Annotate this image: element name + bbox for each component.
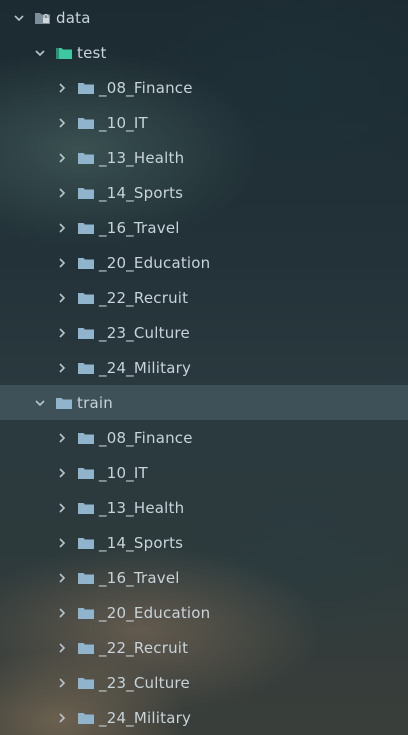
folder-icon bbox=[77, 325, 95, 341]
tree-item-label: _22_Recruit bbox=[99, 288, 189, 307]
chevron-right-icon[interactable] bbox=[55, 151, 69, 165]
chevron-down-icon[interactable] bbox=[33, 46, 47, 60]
folder-icon bbox=[55, 395, 73, 411]
tree-item-folder[interactable]: _24_Military bbox=[0, 350, 408, 385]
tree-item-label: _10_IT bbox=[99, 113, 148, 132]
tree-item-label: _08_Finance bbox=[99, 428, 193, 447]
folder-icon bbox=[77, 290, 95, 306]
folder-icon bbox=[77, 500, 95, 516]
tree-item-label: test bbox=[77, 43, 107, 62]
chevron-right-icon[interactable] bbox=[55, 291, 69, 305]
chevron-right-icon[interactable] bbox=[55, 676, 69, 690]
tree-item-folder[interactable]: _20_Education bbox=[0, 595, 408, 630]
tree-item-data[interactable]: data bbox=[0, 0, 408, 35]
tree-item-train[interactable]: train bbox=[0, 385, 408, 420]
tree-item-folder[interactable]: _14_Sports bbox=[0, 525, 408, 560]
tree-item-label: _13_Health bbox=[99, 148, 185, 167]
chevron-right-icon[interactable] bbox=[55, 221, 69, 235]
folder-icon bbox=[77, 535, 95, 551]
chevron-right-icon[interactable] bbox=[55, 431, 69, 445]
folder-icon bbox=[77, 255, 95, 271]
chevron-right-icon[interactable] bbox=[55, 466, 69, 480]
chevron-right-icon[interactable] bbox=[55, 361, 69, 375]
tree-item-folder[interactable]: _22_Recruit bbox=[0, 280, 408, 315]
tree-item-label: _24_Military bbox=[99, 708, 192, 727]
tree-item-folder[interactable]: _23_Culture bbox=[0, 315, 408, 350]
tree-item-label: _20_Education bbox=[99, 253, 211, 272]
folder-icon bbox=[77, 570, 95, 586]
folder-icon bbox=[77, 220, 95, 236]
tree-item-folder[interactable]: _16_Travel bbox=[0, 210, 408, 245]
tree-item-label: _14_Sports bbox=[99, 183, 184, 202]
folder-icon bbox=[77, 150, 95, 166]
tree-item-folder[interactable]: _16_Travel bbox=[0, 560, 408, 595]
folder-icon bbox=[77, 185, 95, 201]
tree-item-folder[interactable]: _08_Finance bbox=[0, 70, 408, 105]
tree-item-label: _10_IT bbox=[99, 463, 148, 482]
folder-icon bbox=[77, 360, 95, 376]
chevron-right-icon[interactable] bbox=[55, 186, 69, 200]
chevron-right-icon[interactable] bbox=[55, 571, 69, 585]
tree-item-label: _16_Travel bbox=[99, 568, 180, 587]
folder-icon bbox=[77, 430, 95, 446]
chevron-down-icon[interactable] bbox=[33, 396, 47, 410]
tree-item-label: _22_Recruit bbox=[99, 638, 189, 657]
chevron-right-icon[interactable] bbox=[55, 711, 69, 725]
chevron-right-icon[interactable] bbox=[55, 326, 69, 340]
project-tree: data test _08_Finance _10_IT _13_Health _14_… bbox=[0, 0, 408, 735]
chevron-right-icon[interactable] bbox=[55, 536, 69, 550]
chevron-right-icon[interactable] bbox=[55, 81, 69, 95]
test-folder-icon bbox=[55, 45, 73, 61]
folder-icon bbox=[77, 465, 95, 481]
tree-item-label: _24_Military bbox=[99, 358, 192, 377]
locked-folder-icon bbox=[34, 10, 52, 26]
tree-item-label: _23_Culture bbox=[99, 673, 190, 692]
chevron-right-icon[interactable] bbox=[55, 256, 69, 270]
tree-item-label: _08_Finance bbox=[99, 78, 193, 97]
chevron-right-icon[interactable] bbox=[55, 501, 69, 515]
tree-item-folder[interactable]: _10_IT bbox=[0, 105, 408, 140]
tree-item-folder[interactable]: _10_IT bbox=[0, 455, 408, 490]
folder-icon bbox=[77, 675, 95, 691]
tree-item-label: _13_Health bbox=[99, 498, 185, 517]
tree-item-folder[interactable]: _13_Health bbox=[0, 140, 408, 175]
tree-item-label: _14_Sports bbox=[99, 533, 184, 552]
folder-icon bbox=[77, 640, 95, 656]
tree-item-label: _16_Travel bbox=[99, 218, 180, 237]
chevron-right-icon[interactable] bbox=[55, 116, 69, 130]
tree-item-label: data bbox=[56, 8, 91, 27]
folder-icon bbox=[77, 80, 95, 96]
tree-item-test[interactable]: test bbox=[0, 35, 408, 70]
chevron-right-icon[interactable] bbox=[55, 606, 69, 620]
tree-item-label: train bbox=[77, 393, 113, 412]
tree-item-label: _23_Culture bbox=[99, 323, 190, 342]
chevron-down-icon[interactable] bbox=[12, 11, 26, 25]
tree-item-folder[interactable]: _08_Finance bbox=[0, 420, 408, 455]
tree-item-folder[interactable]: _14_Sports bbox=[0, 175, 408, 210]
folder-icon bbox=[77, 605, 95, 621]
folder-icon bbox=[77, 710, 95, 726]
tree-item-label: _20_Education bbox=[99, 603, 211, 622]
folder-icon bbox=[77, 115, 95, 131]
tree-item-folder[interactable]: _13_Health bbox=[0, 490, 408, 525]
chevron-right-icon[interactable] bbox=[55, 641, 69, 655]
tree-item-folder[interactable]: _22_Recruit bbox=[0, 630, 408, 665]
tree-item-folder[interactable]: _24_Military bbox=[0, 700, 408, 735]
tree-item-folder[interactable]: _23_Culture bbox=[0, 665, 408, 700]
tree-item-folder[interactable]: _20_Education bbox=[0, 245, 408, 280]
